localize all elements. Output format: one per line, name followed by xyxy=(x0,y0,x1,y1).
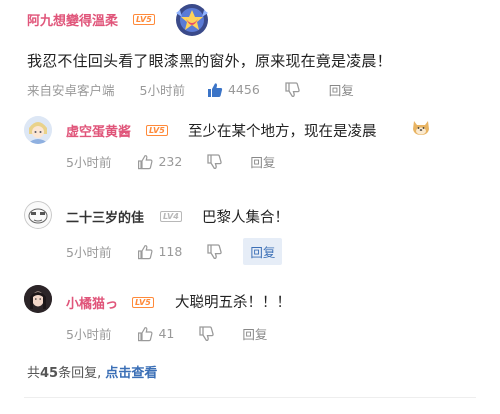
top-comment-meta: 来自安卓客户端 5小时前 4456 回复 xyxy=(27,80,354,99)
like-button[interactable]: 4456 xyxy=(207,82,260,98)
thumb-up-icon xyxy=(138,154,153,169)
reply-username[interactable]: 虚空蛋黄酱 xyxy=(66,121,131,140)
doge-emoji-icon xyxy=(413,121,429,135)
avatar[interactable] xyxy=(24,285,52,313)
level-badge: LV5 xyxy=(133,14,155,25)
like-button[interactable]: 41 xyxy=(137,326,174,342)
divider xyxy=(24,397,476,398)
level-badge: LV4 xyxy=(160,211,182,222)
like-button[interactable]: 232 xyxy=(137,154,182,170)
reply-text: 至少在某个地方，现在是凌晨 xyxy=(188,124,377,140)
like-count: 41 xyxy=(158,326,175,341)
top-comment-header: 阿九想變得溫柔 LV5 xyxy=(0,0,500,40)
reply-username[interactable]: 二十三岁的佳 xyxy=(66,207,144,226)
reply-button[interactable]: 回复 xyxy=(243,238,283,265)
reply-button[interactable]: 回复 xyxy=(242,324,267,343)
reply-count-suffix: 条回复, xyxy=(58,366,106,381)
level-badge: LV5 xyxy=(146,125,168,136)
thumb-up-icon xyxy=(138,244,153,259)
timestamp: 5小时前 xyxy=(66,245,112,260)
dislike-button[interactable] xyxy=(198,325,215,342)
timestamp: 5小时前 xyxy=(139,83,185,98)
reply-meta: 5小时前 232 回复 xyxy=(66,152,275,171)
dislike-button[interactable] xyxy=(206,243,223,260)
reply-count-prefix: 共 xyxy=(27,366,41,381)
level-badge: LV5 xyxy=(132,297,154,308)
fan-medal-emblem-icon xyxy=(176,4,208,36)
top-comment-username[interactable]: 阿九想變得溫柔 xyxy=(27,10,118,29)
like-button[interactable]: 118 xyxy=(137,244,182,260)
dislike-button[interactable] xyxy=(284,81,301,98)
reply-count: 45 xyxy=(40,366,59,381)
top-comment-text: 我忍不住回头看了眼漆黑的窗外，原来现在竟是凌晨！ xyxy=(27,52,392,70)
girl-photo-avatar-icon xyxy=(24,285,52,313)
thumb-down-icon xyxy=(199,326,215,342)
timestamp: 5小时前 xyxy=(66,155,112,170)
like-count: 232 xyxy=(158,154,183,169)
reply-meta: 5小时前 118 回复 xyxy=(66,238,283,265)
thumb-down-icon xyxy=(285,82,300,98)
reply-meta: 5小时前 41 回复 xyxy=(66,324,267,343)
reply-username[interactable]: 小橘猫っ xyxy=(66,293,118,312)
client-source: 来自安卓客户端 xyxy=(27,83,115,98)
reply-button[interactable]: 回复 xyxy=(329,80,354,99)
reply-summary: 共45条回复, 点击查看 xyxy=(27,362,157,381)
thumb-down-icon xyxy=(207,244,223,260)
avatar[interactable] xyxy=(24,116,52,144)
anime-avatar-icon xyxy=(24,116,52,144)
thumb-up-filled-icon xyxy=(207,82,223,97)
reply-button[interactable]: 回复 xyxy=(250,152,275,171)
like-count: 4456 xyxy=(227,82,260,97)
cartoon-face-avatar-icon xyxy=(24,201,52,229)
like-count: 118 xyxy=(158,244,183,259)
dislike-button[interactable] xyxy=(206,153,223,170)
reply-text: 大聪明五杀！！！ xyxy=(175,295,291,311)
avatar[interactable] xyxy=(24,201,52,229)
reply-text: 巴黎人集合！ xyxy=(202,210,289,226)
thumb-down-icon xyxy=(207,154,223,170)
thumb-up-icon xyxy=(138,326,153,341)
view-all-replies-link[interactable]: 点击查看 xyxy=(105,366,157,381)
timestamp: 5小时前 xyxy=(66,327,112,342)
